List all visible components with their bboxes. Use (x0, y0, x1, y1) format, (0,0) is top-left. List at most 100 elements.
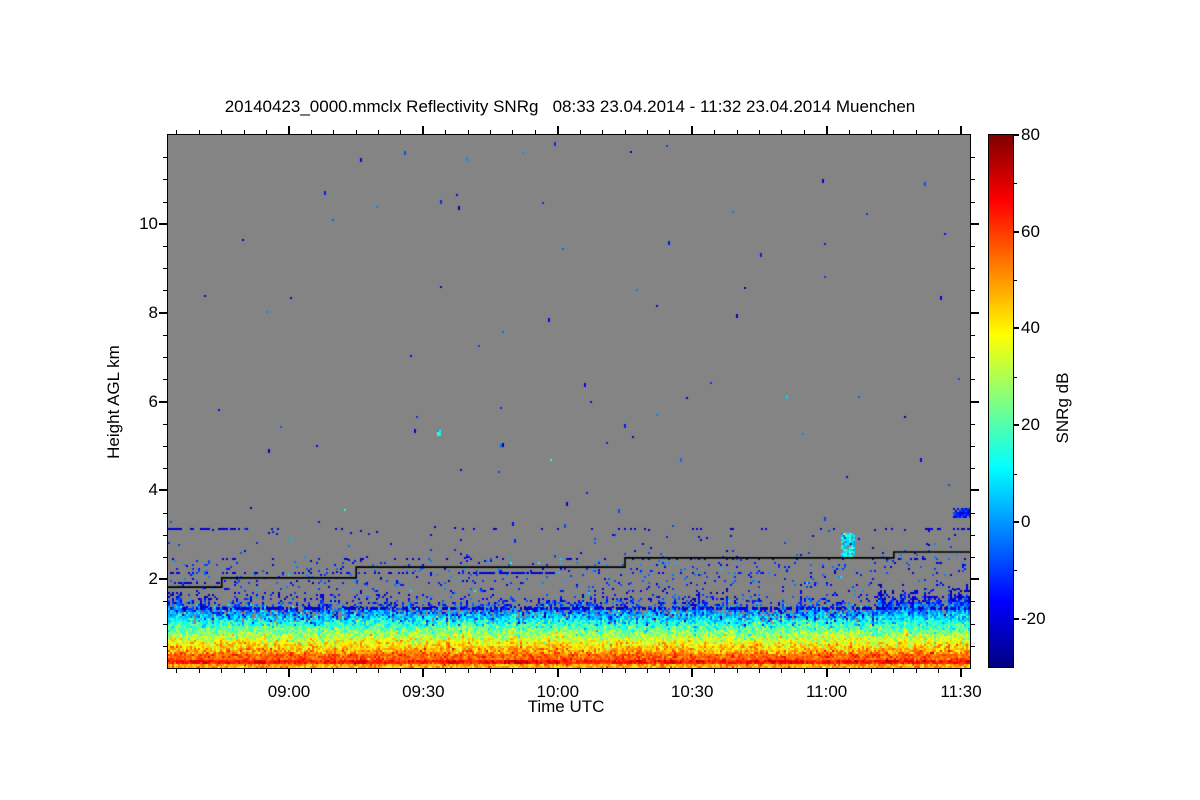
y-minor-tick (163, 268, 167, 270)
y-minor-tick-right (971, 601, 975, 603)
x-tick-label: 10:00 (536, 682, 580, 701)
x-minor-tick-top (378, 130, 380, 134)
colorbar-tick-label: 20 (1021, 415, 1040, 435)
heatmap-canvas (168, 135, 970, 668)
y-minor-tick-right (971, 179, 975, 181)
x-minor-tick (915, 669, 917, 673)
x-minor-tick-top (870, 130, 872, 134)
y-minor-tick (163, 468, 167, 470)
x-major-tick-top (287, 126, 290, 134)
y-minor-tick-right (971, 623, 975, 625)
x-minor-tick (781, 669, 783, 673)
colorbar-tick-label: 60 (1021, 221, 1040, 241)
x-minor-tick (176, 669, 178, 673)
x-minor-tick (534, 669, 536, 673)
x-tick-label: 09:00 (267, 682, 311, 701)
x-major-tick-top (825, 126, 828, 134)
colorbar-major-tick (1014, 327, 1019, 330)
x-minor-tick (938, 669, 940, 673)
x-minor-tick-top (915, 130, 917, 134)
x-minor-tick-top (512, 130, 514, 134)
y-minor-tick (163, 623, 167, 625)
y-minor-tick (163, 512, 167, 514)
y-minor-tick (163, 179, 167, 181)
x-major-tick-top (960, 126, 963, 134)
y-minor-tick-right (971, 290, 975, 292)
x-tick-label: 09:30 (402, 682, 445, 701)
y-minor-tick-right (971, 268, 975, 270)
x-minor-tick (870, 669, 872, 673)
x-minor-tick (310, 669, 312, 673)
colorbar (988, 134, 1014, 668)
y-minor-tick (163, 246, 167, 248)
x-minor-tick-top (803, 130, 805, 134)
x-minor-tick (198, 669, 200, 673)
y-minor-tick-right (971, 157, 975, 159)
x-minor-tick-top (333, 130, 335, 134)
colorbar-minor-tick (1014, 280, 1017, 282)
y-tick-label: 10 (139, 213, 158, 233)
y-major-tick-right (971, 222, 979, 225)
colorbar-major-tick (1014, 617, 1019, 620)
x-major-tick (960, 669, 963, 677)
x-major-tick (287, 669, 290, 677)
y-minor-tick-right (971, 379, 975, 381)
x-minor-tick (512, 669, 514, 673)
colorbar-tick-label: 40 (1021, 318, 1040, 338)
x-minor-tick (848, 669, 850, 673)
y-minor-tick-right (971, 357, 975, 359)
y-minor-tick-right (971, 556, 975, 558)
x-minor-tick (221, 669, 223, 673)
x-minor-tick (893, 669, 895, 673)
y-major-tick (159, 311, 167, 314)
x-minor-tick-top (266, 130, 268, 134)
x-major-tick-top (556, 126, 559, 134)
y-minor-tick-right (971, 534, 975, 536)
x-minor-tick (378, 669, 380, 673)
x-tick-label: 10:30 (670, 682, 714, 701)
x-major-tick (422, 669, 425, 677)
y-minor-tick (163, 445, 167, 447)
colorbar-label: SNRg dB (1053, 372, 1072, 444)
x-minor-tick (445, 669, 447, 673)
y-tick-label: 6 (148, 391, 158, 411)
x-minor-tick-top (893, 130, 895, 134)
y-minor-tick (163, 379, 167, 381)
colorbar-minor-tick (1014, 570, 1017, 572)
x-minor-tick (714, 669, 716, 673)
x-minor-tick-top (198, 130, 200, 134)
x-minor-tick (355, 669, 357, 673)
y-minor-tick (163, 290, 167, 292)
x-major-tick-top (422, 126, 425, 134)
x-minor-tick-top (624, 130, 626, 134)
y-minor-tick (163, 423, 167, 425)
y-minor-tick (163, 534, 167, 536)
x-minor-tick-top (400, 130, 402, 134)
x-minor-tick-top (243, 130, 245, 134)
x-minor-tick (400, 669, 402, 673)
x-minor-tick-top (490, 130, 492, 134)
y-major-tick-right (971, 400, 979, 403)
plot-area (167, 134, 971, 669)
x-minor-tick-top (176, 130, 178, 134)
y-minor-tick (163, 157, 167, 159)
x-major-tick (556, 669, 559, 677)
y-major-tick (159, 222, 167, 225)
y-major-tick (159, 578, 167, 581)
y-minor-tick (163, 357, 167, 359)
x-minor-tick-top (534, 130, 536, 134)
x-minor-tick (490, 669, 492, 673)
x-minor-tick (579, 669, 581, 673)
colorbar-minor-tick (1014, 183, 1017, 185)
x-minor-tick-top (669, 130, 671, 134)
x-minor-tick (624, 669, 626, 673)
x-minor-tick (646, 669, 648, 673)
colorbar-gradient (989, 135, 1013, 667)
colorbar-minor-tick (1014, 376, 1017, 378)
x-minor-tick-top (781, 130, 783, 134)
y-major-tick-right (971, 578, 979, 581)
colorbar-tick-label: 80 (1021, 125, 1040, 144)
x-minor-tick-top (646, 130, 648, 134)
y-minor-tick-right (971, 512, 975, 514)
x-minor-tick (467, 669, 469, 673)
